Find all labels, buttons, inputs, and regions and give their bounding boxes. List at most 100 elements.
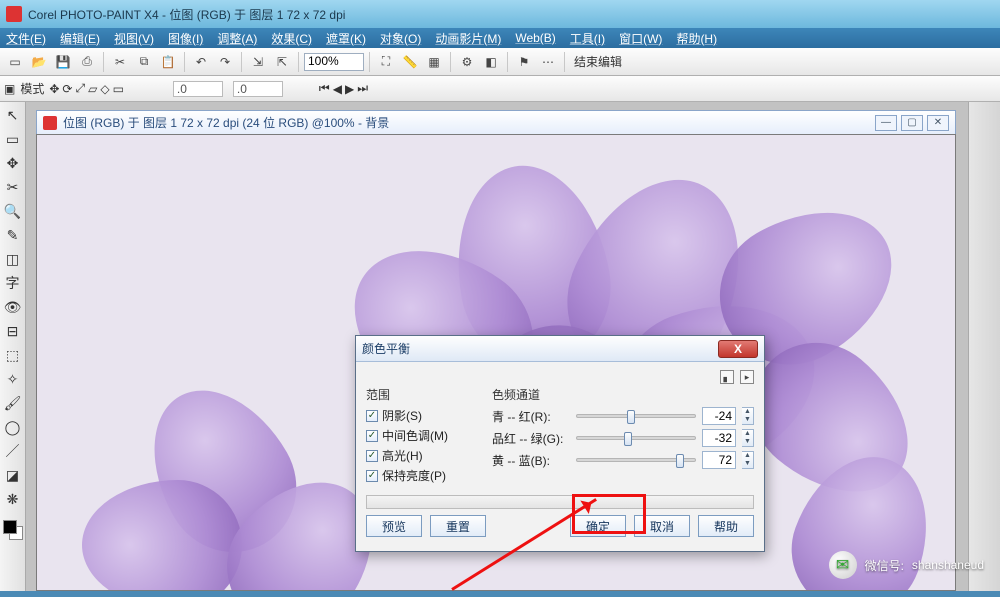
menu-adjust[interactable]: 调整(A) xyxy=(217,30,257,47)
slider-value-input[interactable]: 72 xyxy=(702,451,736,469)
dropshadow-icon[interactable]: ◪ xyxy=(2,464,24,486)
nav-first-icon[interactable]: ⏮ xyxy=(319,81,330,96)
reset-button[interactable]: 重置 xyxy=(430,515,486,537)
coord-y[interactable]: .0 xyxy=(233,81,283,97)
line-icon[interactable]: ／ xyxy=(2,440,24,462)
copy-icon[interactable]: ⧉ xyxy=(133,51,155,73)
color-swatch[interactable] xyxy=(3,520,23,540)
spinner[interactable]: ▲▼ xyxy=(742,429,754,447)
shadows-checkbox[interactable]: ✓阴影(S) xyxy=(366,407,478,424)
skew-icon[interactable]: ▱ xyxy=(88,82,97,96)
menu-image[interactable]: 图像(I) xyxy=(168,30,203,47)
slider-track[interactable] xyxy=(576,414,696,418)
spin-down-icon[interactable]: ▼ xyxy=(742,438,753,446)
spin-up-icon[interactable]: ▲ xyxy=(742,452,753,460)
slider-thumb-icon[interactable] xyxy=(624,432,632,446)
preserve-checkbox[interactable]: ✓保持亮度(P) xyxy=(366,467,478,484)
eyedropper-icon[interactable]: ✎ xyxy=(2,224,24,246)
menu-web[interactable]: Web(B) xyxy=(515,31,555,45)
preview-button[interactable]: 预览 xyxy=(366,515,422,537)
spin-down-icon[interactable]: ▼ xyxy=(742,460,753,468)
nav-next-icon[interactable]: ▶ xyxy=(345,82,354,96)
midtones-checkbox[interactable]: ✓中间色调(M) xyxy=(366,427,478,444)
import-icon[interactable]: ⇲ xyxy=(247,51,269,73)
spin-up-icon[interactable]: ▲ xyxy=(742,408,753,416)
crop-icon[interactable]: ✂ xyxy=(2,176,24,198)
rotate-icon[interactable]: ⟳ xyxy=(62,82,72,96)
menu-edit[interactable]: 编辑(E) xyxy=(60,30,100,47)
undo-icon[interactable]: ↶ xyxy=(190,51,212,73)
menu-view[interactable]: 视图(V) xyxy=(114,30,154,47)
cut-icon[interactable]: ✂ xyxy=(109,51,131,73)
save-icon[interactable]: 💾 xyxy=(52,51,74,73)
paint-icon[interactable]: 🖌 xyxy=(2,392,24,414)
dialog-title-bar[interactable]: 颜色平衡 X xyxy=(356,336,764,362)
shape-icon[interactable]: ◯ xyxy=(2,416,24,438)
mask-transform-icon[interactable]: ✥ xyxy=(2,152,24,174)
menu-tools[interactable]: 工具(I) xyxy=(570,30,605,47)
nav-last-icon[interactable]: ⏭ xyxy=(357,81,368,96)
redeye-icon[interactable]: 👁 xyxy=(2,296,24,318)
help-icon[interactable]: ⋯ xyxy=(537,51,559,73)
fullscreen-icon[interactable]: ⛶ xyxy=(375,51,397,73)
menu-mask[interactable]: 遮罩(K) xyxy=(326,30,366,47)
spinner[interactable]: ▲▼ xyxy=(742,407,754,425)
dialog-scrollbar[interactable] xyxy=(366,495,754,509)
export-icon[interactable]: ⇱ xyxy=(271,51,293,73)
mask-rect-icon[interactable]: ▭ xyxy=(2,128,24,150)
dialog-close-icon[interactable]: X xyxy=(718,340,758,358)
slider-thumb-icon[interactable] xyxy=(676,454,684,468)
clone-icon[interactable]: ⊟ xyxy=(2,320,24,342)
zoom-icon[interactable]: 🔍 xyxy=(2,200,24,222)
slider-track[interactable] xyxy=(576,458,696,462)
fill-icon[interactable]: ⬚ xyxy=(2,344,24,366)
menu-window[interactable]: 窗口(W) xyxy=(619,30,662,47)
paste-icon[interactable]: 📋 xyxy=(157,51,179,73)
distort-icon[interactable]: ◇ xyxy=(100,82,109,96)
spin-down-icon[interactable]: ▼ xyxy=(742,416,753,424)
grid-icon[interactable]: ▦ xyxy=(423,51,445,73)
open-icon[interactable]: 📂 xyxy=(28,51,50,73)
nav-prev-icon[interactable]: ◀ xyxy=(333,82,342,96)
slider-value-input[interactable]: -32 xyxy=(702,429,736,447)
print-icon[interactable]: ⎙ xyxy=(76,51,98,73)
document-title-bar: 位图 (RGB) 于 图层 1 72 x 72 dpi (24 位 RGB) @… xyxy=(36,110,956,134)
dlg-icon[interactable]: ◧ xyxy=(480,51,502,73)
ruler-icon[interactable]: 📏 xyxy=(399,51,421,73)
options-icon[interactable]: ⚑ xyxy=(513,51,535,73)
preview-toggle-icon[interactable]: ▖ xyxy=(720,370,734,384)
zoom-input[interactable]: 100% xyxy=(304,53,364,71)
move-icon[interactable]: ✥ xyxy=(49,82,59,96)
menu-file[interactable]: 文件(E) xyxy=(6,30,46,47)
scale-icon[interactable]: ⤢ xyxy=(75,81,85,96)
pick-tool-icon[interactable]: ↖ xyxy=(2,104,24,126)
help-button[interactable]: 帮助 xyxy=(698,515,754,537)
spin-up-icon[interactable]: ▲ xyxy=(742,430,753,438)
effect-icon[interactable]: ✧ xyxy=(2,368,24,390)
imgsprayer-icon[interactable]: ❋ xyxy=(2,488,24,510)
main-toolbar: ▭ 📂 💾 ⎙ ✂ ⧉ 📋 ↶ ↷ ⇲ ⇱ 100% ⛶ 📏 ▦ ⚙ ◧ ⚑ ⋯… xyxy=(0,48,1000,76)
menu-effect[interactable]: 效果(C) xyxy=(271,30,312,47)
slider-thumb-icon[interactable] xyxy=(627,410,635,424)
object-picker-icon[interactable]: ▣ xyxy=(4,82,15,96)
doc-close-icon[interactable]: ✕ xyxy=(927,115,949,131)
fg-color[interactable] xyxy=(3,520,17,534)
spinner[interactable]: ▲▼ xyxy=(742,451,754,469)
menu-help[interactable]: 帮助(H) xyxy=(676,30,717,47)
perspective-icon[interactable]: ▭ xyxy=(113,82,124,96)
eraser-icon[interactable]: ◫ xyxy=(2,248,24,270)
slider-value-input[interactable]: -24 xyxy=(702,407,736,425)
redo-icon[interactable]: ↷ xyxy=(214,51,236,73)
slider-track[interactable] xyxy=(576,436,696,440)
new-icon[interactable]: ▭ xyxy=(4,51,26,73)
doc-minimize-icon[interactable]: — xyxy=(875,115,897,131)
flyout-icon[interactable]: ▸ xyxy=(740,370,754,384)
menu-object[interactable]: 对象(O) xyxy=(380,30,421,47)
menu-movie[interactable]: 动画影片(M) xyxy=(435,30,501,47)
app-launcher-icon[interactable]: ⚙ xyxy=(456,51,478,73)
doc-maximize-icon[interactable]: ▢ xyxy=(901,115,923,131)
text-icon[interactable]: 字 xyxy=(2,272,24,294)
coord-x[interactable]: .0 xyxy=(173,81,223,97)
highlights-checkbox[interactable]: ✓高光(H) xyxy=(366,447,478,464)
end-edit-label[interactable]: 结束编辑 xyxy=(574,53,622,70)
